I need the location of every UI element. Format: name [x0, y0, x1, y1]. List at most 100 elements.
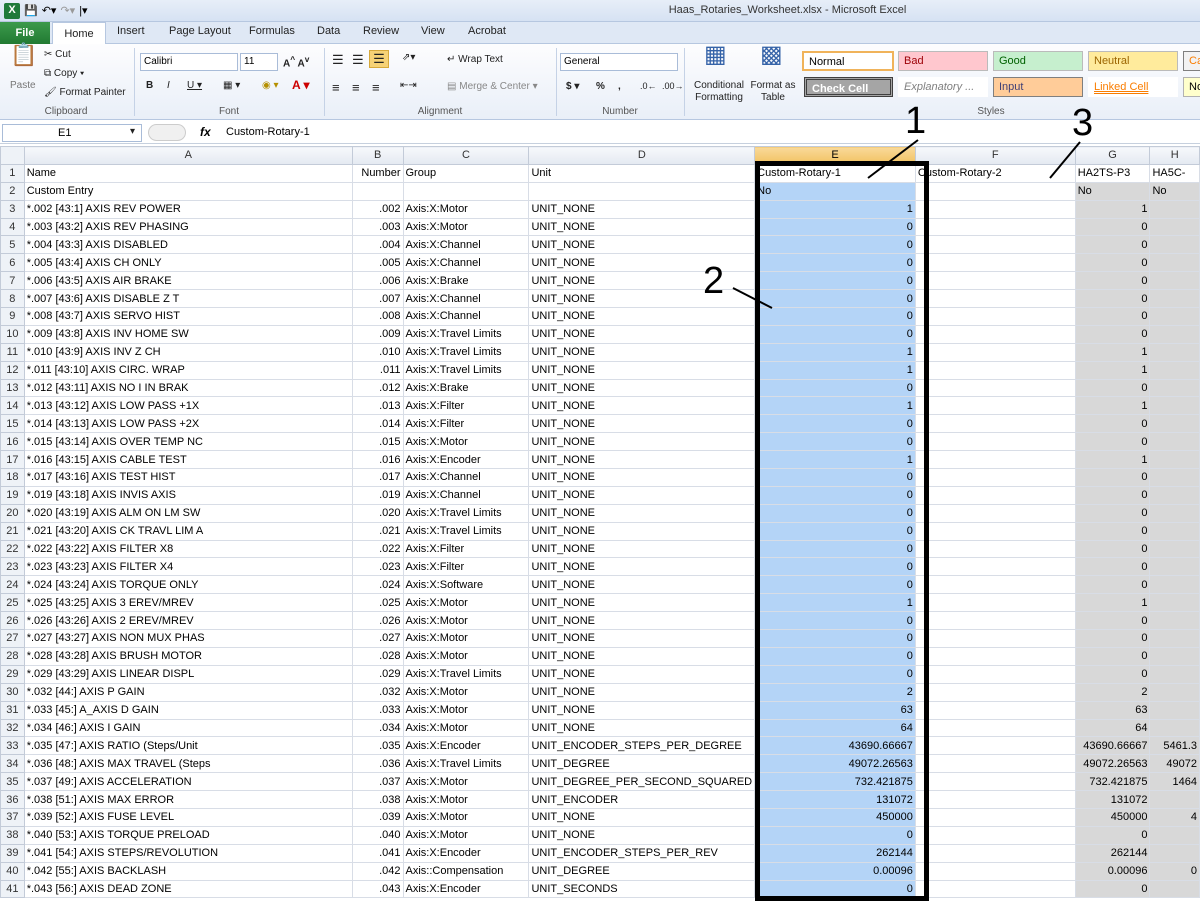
cell-f[interactable] — [914, 307, 1076, 326]
cell-e[interactable]: 2 — [754, 682, 916, 702]
cell-b[interactable]: .008 — [351, 307, 404, 326]
cell-f[interactable] — [914, 450, 1076, 470]
row-header[interactable]: 6 — [0, 253, 25, 273]
style-input[interactable]: Input — [993, 77, 1083, 97]
cell-f[interactable] — [914, 289, 1076, 309]
cell-b[interactable]: .026 — [351, 611, 404, 631]
cell-d[interactable]: UNIT_NONE — [528, 414, 756, 434]
cell-e[interactable]: 262144 — [754, 843, 916, 863]
cell-f[interactable] — [914, 700, 1076, 720]
cell-g[interactable]: 0 — [1074, 503, 1151, 523]
cell-a[interactable]: *.002 [43:1] AXIS REV POWER — [23, 199, 353, 219]
cell-a[interactable]: *.017 [43:16] AXIS TEST HIST — [23, 468, 353, 487]
cell-f[interactable] — [914, 539, 1076, 559]
cell-a[interactable]: *.023 [43:23] AXIS FILTER X4 — [23, 557, 353, 577]
cell-e[interactable]: 131072 — [754, 790, 916, 809]
name-box[interactable]: E1 — [2, 124, 142, 142]
cell-g[interactable]: 1 — [1074, 199, 1151, 219]
cell-d[interactable]: UNIT_NONE — [528, 718, 756, 738]
indent-icon[interactable]: ⇤⇥ — [400, 80, 417, 91]
cell-e[interactable]: 0 — [754, 378, 916, 398]
cell-d[interactable]: UNIT_NONE — [528, 324, 756, 344]
cell-h[interactable] — [1149, 700, 1200, 720]
cell-d[interactable]: UNIT_NONE — [528, 307, 756, 326]
cell-b[interactable]: .003 — [351, 217, 404, 237]
cell-d[interactable]: UNIT_NONE — [528, 825, 756, 845]
cell-d[interactable]: UNIT_NONE — [528, 807, 756, 827]
tab-review[interactable]: Review — [363, 25, 399, 37]
cell-c[interactable]: Axis:X:Travel Limits — [402, 360, 530, 380]
cell-g[interactable]: No — [1074, 181, 1151, 201]
cell-b[interactable]: .004 — [351, 235, 404, 255]
cell-f[interactable] — [914, 879, 1076, 899]
cell-g[interactable]: 0 — [1074, 646, 1151, 666]
cell-b[interactable]: .011 — [351, 360, 404, 380]
cell-e[interactable]: 0 — [754, 629, 916, 648]
cell-e[interactable]: 0 — [754, 217, 916, 237]
cell-h[interactable]: 49072 — [1149, 754, 1200, 774]
cell-b[interactable]: .035 — [351, 736, 404, 756]
cell-c[interactable]: Axis:X:Travel Limits — [402, 324, 530, 344]
cell-c[interactable]: Axis:X:Encoder — [402, 843, 530, 863]
cell-c[interactable]: Axis:X:Channel — [402, 468, 530, 487]
cell-a[interactable]: *.015 [43:14] AXIS OVER TEMP NC — [23, 432, 353, 452]
cell-h[interactable] — [1149, 718, 1200, 738]
format-as-table-button[interactable]: Format as Table — [750, 80, 796, 104]
cell-b[interactable] — [351, 181, 404, 201]
row-header[interactable]: 15 — [0, 414, 25, 434]
cell-f[interactable] — [914, 718, 1076, 738]
cell-f[interactable] — [914, 503, 1076, 523]
cell-c[interactable]: Axis:X:Motor — [402, 807, 530, 827]
cut-button[interactable]: ✂ Cut — [44, 49, 71, 60]
cell-b[interactable]: .038 — [351, 790, 404, 809]
cell-a[interactable]: *.038 [51:] AXIS MAX ERROR — [23, 790, 353, 809]
cell-f[interactable] — [914, 664, 1076, 684]
copy-button[interactable]: ⧉ Copy ▾ — [44, 68, 84, 79]
borders-icon[interactable]: ▦ ▾ — [223, 80, 240, 91]
style-neutral[interactable]: Neutral — [1088, 51, 1178, 71]
cell-b[interactable]: .037 — [351, 772, 404, 792]
cell-e[interactable]: 0 — [754, 646, 916, 666]
row-header[interactable]: 29 — [0, 664, 25, 684]
row-header[interactable]: 1 — [0, 163, 25, 183]
cell-b[interactable]: .014 — [351, 414, 404, 434]
cell-f[interactable] — [914, 378, 1076, 398]
format-painter-button[interactable]: 🖌 Format Painter — [44, 87, 126, 98]
cell-c[interactable] — [402, 181, 530, 201]
cell-d[interactable]: UNIT_NONE — [528, 682, 756, 702]
cell-f[interactable] — [914, 557, 1076, 577]
cell-f[interactable]: Custom-Rotary-2 — [914, 163, 1076, 183]
cell-g[interactable]: 0 — [1074, 575, 1151, 595]
cell-g[interactable]: 63 — [1074, 700, 1151, 720]
cell-g[interactable]: 0.00096 — [1074, 861, 1151, 881]
cell-h[interactable] — [1149, 468, 1200, 487]
cell-d[interactable]: UNIT_NONE — [528, 629, 756, 648]
cell-e[interactable]: No — [754, 181, 916, 201]
cell-b[interactable]: .036 — [351, 754, 404, 774]
bottom-align-icon[interactable]: ☰ — [369, 50, 389, 68]
cell-d[interactable]: UNIT_NONE — [528, 503, 756, 523]
cell-h[interactable] — [1149, 843, 1200, 863]
row-header[interactable]: 37 — [0, 807, 25, 827]
cell-d[interactable]: UNIT_DEGREE — [528, 861, 756, 881]
cell-b[interactable]: .025 — [351, 593, 404, 613]
cell-a[interactable]: *.029 [43:29] AXIS LINEAR DISPL — [23, 664, 353, 684]
cell-d[interactable]: UNIT_NONE — [528, 539, 756, 559]
cell-d[interactable]: UNIT_NONE — [528, 217, 756, 237]
cell-d[interactable]: UNIT_ENCODER — [528, 790, 756, 809]
cell-c[interactable]: Axis:X:Software — [402, 575, 530, 595]
cell-d[interactable]: UNIT_ENCODER_STEPS_PER_DEGREE — [528, 736, 756, 756]
cell-h[interactable] — [1149, 593, 1200, 613]
cell-g[interactable]: 1 — [1074, 593, 1151, 613]
cell-b[interactable]: .016 — [351, 450, 404, 470]
cell-b[interactable]: .022 — [351, 539, 404, 559]
cell-b[interactable]: .015 — [351, 432, 404, 452]
cell-e[interactable]: 0 — [754, 521, 916, 541]
row-header[interactable]: 26 — [0, 611, 25, 631]
cell-f[interactable] — [914, 432, 1076, 452]
cell-h[interactable] — [1149, 199, 1200, 219]
cell-e[interactable]: 0 — [754, 468, 916, 487]
cell-c[interactable]: Axis:X:Motor — [402, 700, 530, 720]
percent-icon[interactable]: % — [596, 81, 605, 92]
cell-c[interactable]: Axis:X:Channel — [402, 235, 530, 255]
